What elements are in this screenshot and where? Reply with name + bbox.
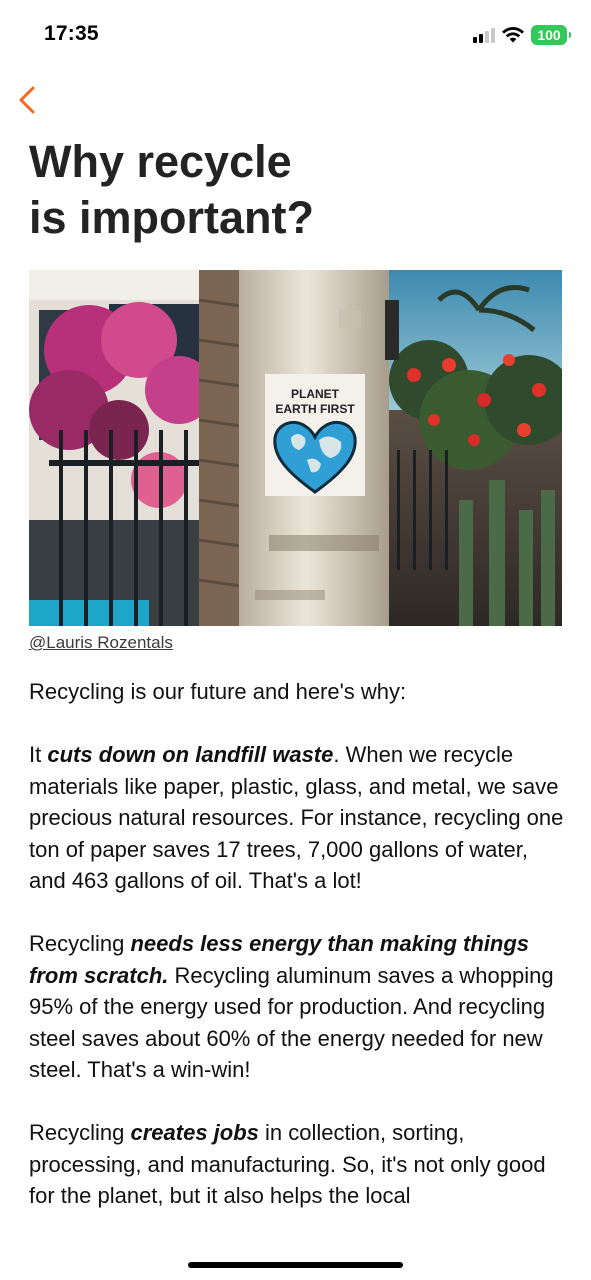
p3-emphasis: creates jobs	[130, 1120, 259, 1145]
status-time: 17:35	[44, 22, 99, 45]
back-button[interactable]	[16, 84, 42, 118]
sticker-line-1: PLANET	[291, 387, 340, 401]
chevron-left-icon	[19, 86, 35, 114]
article-body: Recycling is our future and here's why: …	[29, 676, 569, 1243]
battery-level: 100	[537, 27, 561, 43]
article-paragraph-3: Recycling creates jobs in collection, so…	[29, 1117, 569, 1212]
p1-before: It	[29, 742, 48, 767]
photo-credit-link[interactable]: @Lauris Rozentals	[29, 632, 173, 654]
cellular-signal-icon	[473, 27, 495, 43]
article-paragraph-2: Recycling needs less energy than making …	[29, 928, 569, 1086]
article-intro: Recycling is our future and here's why:	[29, 679, 407, 704]
article-photo: PLANET EARTH FIRST	[29, 270, 562, 626]
battery-icon: 100	[531, 25, 571, 45]
p2-before: Recycling	[29, 931, 131, 956]
p3-before: Recycling	[29, 1120, 131, 1145]
article-paragraph-1: It cuts down on landfill waste. When we …	[29, 739, 569, 897]
sticker-line-2: EARTH FIRST	[275, 402, 355, 416]
home-indicator[interactable]	[188, 1262, 403, 1268]
p1-emphasis: cuts down on landfill waste	[47, 742, 334, 767]
wifi-icon	[502, 27, 524, 43]
page-title: Why recycle is important?	[29, 134, 549, 246]
page-title-line-1: Why recycle	[29, 136, 292, 187]
page-title-line-2: is important?	[29, 192, 315, 243]
status-bar: 17:35 100	[0, 0, 591, 70]
status-icons: 100	[473, 24, 571, 46]
